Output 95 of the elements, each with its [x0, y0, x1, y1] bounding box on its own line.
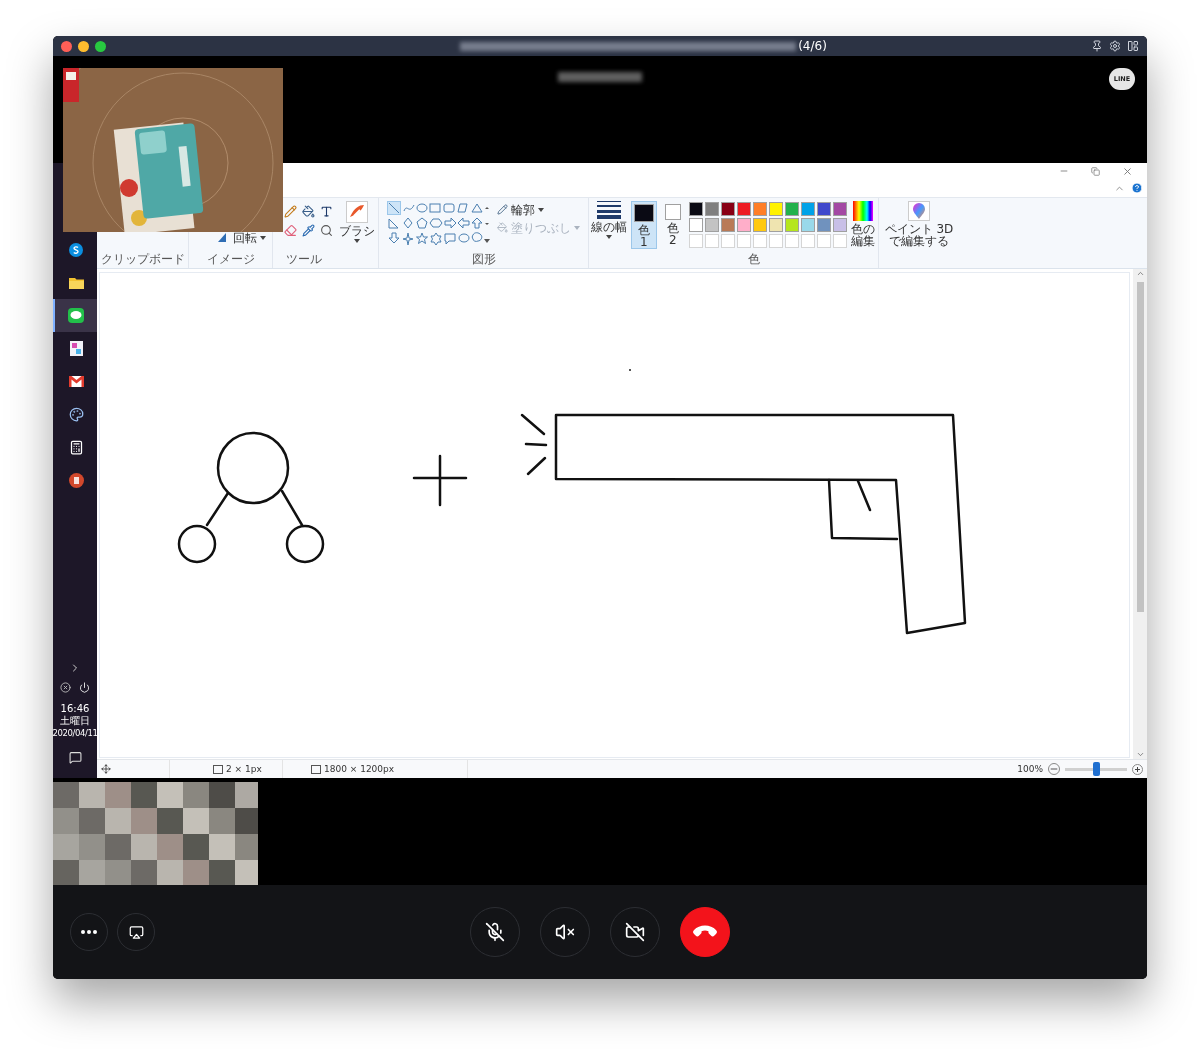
- palette-color[interactable]: [800, 217, 815, 232]
- palette-color[interactable]: [720, 201, 735, 216]
- close-icon[interactable]: [1122, 165, 1133, 177]
- slides-icon: [68, 473, 84, 488]
- video-camera-off-icon: [625, 922, 645, 942]
- brush-icon: [345, 200, 368, 223]
- move-icon: [101, 764, 111, 774]
- image-size-icon: [311, 764, 321, 774]
- camera-button[interactable]: [610, 907, 660, 957]
- palette-color[interactable]: [752, 201, 767, 216]
- edit-colors-button[interactable]: 色の編集: [849, 200, 877, 247]
- brush-button[interactable]: ブラシ: [338, 200, 375, 243]
- caret-icon: [606, 234, 612, 239]
- more-icon: [81, 930, 97, 934]
- paint-3d-button[interactable]: ペイント 3D で編集する: [884, 200, 954, 247]
- palette-color[interactable]: [720, 217, 735, 232]
- motion-lines-drawing: [520, 413, 548, 475]
- group-label: 図形: [471, 251, 496, 268]
- group-label: クリップボード: [100, 251, 185, 268]
- scrollbar[interactable]: [1133, 268, 1147, 760]
- palette-color[interactable]: [816, 217, 831, 232]
- caret-icon: [353, 238, 360, 243]
- screen-share-icon: [128, 924, 144, 940]
- text-icon[interactable]: [320, 204, 333, 218]
- palette-color[interactable]: [688, 217, 703, 232]
- caret-icon: [538, 207, 544, 212]
- palette-color[interactable]: [784, 217, 799, 232]
- color-spectrum-icon: [853, 200, 873, 221]
- gallery-icon: [69, 341, 83, 356]
- plus-sign-drawing: [412, 454, 468, 506]
- clock-time: 16:46: [60, 703, 90, 715]
- palette-color[interactable]: [736, 201, 751, 216]
- palette-color[interactable]: [800, 201, 815, 216]
- rotate-button[interactable]: 回転: [218, 231, 266, 244]
- palette-icon: [68, 407, 84, 422]
- settings-icon[interactable]: [1109, 40, 1121, 52]
- line-width-button[interactable]: 線の幅: [591, 200, 627, 239]
- minimize-button[interactable]: [78, 40, 89, 52]
- notification-icon[interactable]: [68, 751, 82, 764]
- palette-color[interactable]: [768, 201, 783, 216]
- speaker-muted-icon: [555, 922, 575, 942]
- group-label: ツール: [286, 251, 322, 268]
- outline-icon: [497, 204, 508, 216]
- end-call-button[interactable]: [680, 907, 730, 957]
- speaker-button[interactable]: [540, 907, 590, 957]
- magnifier-icon[interactable]: [320, 223, 333, 237]
- restore-icon[interactable]: [1091, 166, 1100, 176]
- close-button[interactable]: [61, 40, 72, 52]
- selection-icon: [213, 764, 223, 774]
- close-circle-icon[interactable]: [60, 682, 71, 693]
- folder-icon: [68, 276, 84, 289]
- color-slot[interactable]: 色 1: [630, 200, 657, 249]
- palette-color[interactable]: [784, 201, 799, 216]
- zoom-button[interactable]: [95, 40, 106, 52]
- group-label: イメージ: [206, 251, 255, 268]
- palette-color[interactable]: [832, 201, 847, 216]
- fill-icon[interactable]: [302, 204, 315, 218]
- clock-day: 土曜日: [60, 715, 90, 727]
- palette-color[interactable]: [704, 217, 719, 232]
- palette-color[interactable]: [832, 217, 847, 232]
- help-icon[interactable]: [1131, 182, 1143, 195]
- layout-icon[interactable]: [1127, 40, 1139, 52]
- group-label: 色: [747, 251, 760, 268]
- outline-button[interactable]: 輪郭: [497, 203, 544, 216]
- skype-icon: [69, 242, 83, 257]
- pin-icon[interactable]: [1091, 40, 1103, 52]
- color-slot[interactable]: 色 2: [659, 200, 686, 249]
- zoom-in-icon[interactable]: [1132, 763, 1143, 775]
- palette-color[interactable]: [736, 217, 751, 232]
- palette-color[interactable]: [768, 217, 783, 232]
- line-width-icon: [597, 200, 621, 219]
- dot-mark: [629, 368, 631, 371]
- palette-color[interactable]: [752, 217, 767, 232]
- microphone-muted-icon: [485, 922, 505, 942]
- chat-icon: [68, 308, 84, 323]
- image-size: 1800 × 1200px: [324, 764, 395, 774]
- pencil-icon[interactable]: [284, 204, 297, 218]
- palette-color[interactable]: [704, 201, 719, 216]
- caret-icon: [260, 235, 266, 240]
- calculator-icon: [68, 440, 84, 455]
- color-picker-icon[interactable]: [302, 223, 315, 237]
- zoom-level: 100%: [1017, 764, 1043, 774]
- microphone-button[interactable]: [470, 907, 520, 957]
- selection-size: 2 × 1px: [226, 764, 262, 774]
- caret-icon: [574, 225, 580, 230]
- call-counter: (4/6): [798, 39, 827, 53]
- paint-3d-icon: [908, 200, 930, 221]
- mail-icon: [68, 376, 84, 387]
- shape-gallery-drawing[interactable]: [387, 200, 491, 247]
- eraser-icon[interactable]: [284, 223, 297, 237]
- taskbar-app[interactable]: [53, 299, 97, 332]
- fill-icon: [497, 222, 508, 234]
- palette-color[interactable]: [816, 201, 831, 216]
- palette-color[interactable]: [688, 201, 703, 216]
- clock-date: 2020/04/11: [53, 727, 98, 739]
